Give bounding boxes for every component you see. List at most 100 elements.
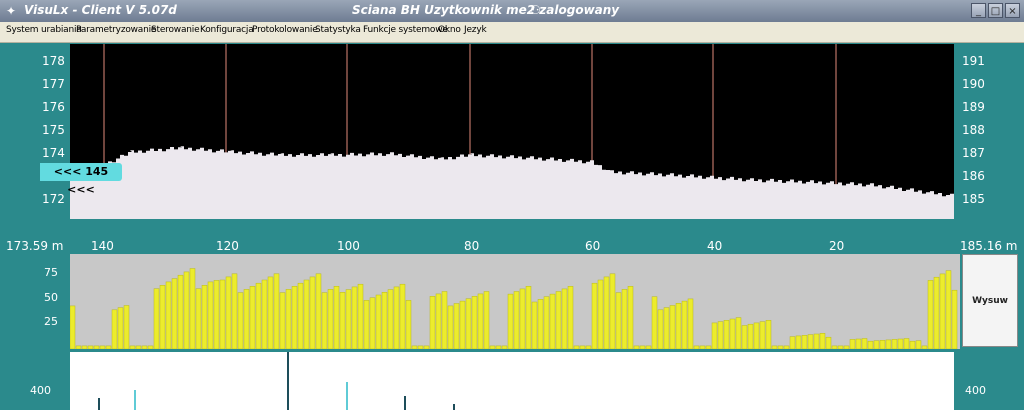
- maximize-button[interactable]: □: [988, 3, 1003, 18]
- wysuw-bar: [669, 305, 676, 349]
- wysuw-bar: [195, 288, 202, 349]
- close-button[interactable]: ×: [1005, 3, 1020, 18]
- wysuw-bar: [243, 289, 250, 349]
- wysuw-bar: [321, 292, 328, 349]
- wysuw-bar: [135, 345, 142, 349]
- wysuw-bar: [537, 299, 544, 349]
- wysuw-bar: [357, 283, 364, 349]
- wysuw-bar: [339, 292, 346, 349]
- title-bar[interactable]: ✦ VisuLx - Client V 5.07d Sciana BH Uzyt…: [0, 0, 1024, 23]
- wysuw-bar: [70, 305, 76, 349]
- wysuw-bar: [381, 292, 388, 349]
- wysuw-bar: [291, 286, 298, 349]
- wysuw-bar: [549, 293, 556, 349]
- minimize-button[interactable]: _: [971, 3, 986, 18]
- wysuw-bar: [117, 307, 124, 349]
- left-tick-177: 177: [42, 77, 65, 91]
- wysuw-bar: [237, 292, 244, 349]
- left-height-value: 173.59 m: [6, 239, 64, 253]
- wysuw-bar: [513, 291, 520, 349]
- position-badge[interactable]: <<< 145 <<<: [40, 163, 122, 196]
- wysuw-bar: [729, 318, 736, 349]
- wysuw-bar: [753, 322, 760, 349]
- wysuw-bar: [591, 282, 598, 349]
- wysuw-bar: [789, 336, 796, 349]
- wysuw-bar: [297, 282, 304, 349]
- lower-spike: [98, 398, 100, 410]
- lower-spike: [134, 390, 136, 410]
- wysuw-bar: [597, 279, 604, 349]
- wysuw-bar-chart: [70, 254, 960, 349]
- wysuw-bar: [345, 289, 352, 349]
- wysuw-bar: [519, 288, 526, 349]
- wysuw-bar: [333, 286, 340, 349]
- lower-left-tick-400: 400: [30, 384, 51, 397]
- wysuw-bar: [459, 300, 466, 349]
- bar-tick-50: 50: [44, 291, 58, 304]
- wysuw-bar: [387, 289, 394, 349]
- wysuw-bar: [309, 276, 316, 349]
- wysuw-bar: [255, 282, 262, 349]
- app-icon[interactable]: ✦: [4, 4, 18, 18]
- wysuw-bar: [699, 345, 706, 349]
- wysuw-bar: [903, 338, 910, 349]
- lower-spike: [287, 352, 289, 410]
- wysuw-bar: [123, 305, 130, 349]
- right-tick-185: 185: [962, 192, 985, 206]
- wysuw-button[interactable]: Wysuw: [962, 254, 1018, 347]
- wysuw-bar: [585, 345, 592, 349]
- wysuw-bar: [849, 339, 856, 349]
- right-tick-187: 187: [962, 146, 985, 160]
- visulx-window: ✦ VisuLx - Client V 5.07d Sciana BH Uzyt…: [0, 0, 1024, 410]
- x-tick-40: 40: [707, 239, 723, 253]
- x-tick-20: 20: [829, 239, 845, 253]
- wysuw-bar: [351, 286, 358, 349]
- lower-chart: [70, 352, 954, 410]
- wysuw-bar: [939, 273, 946, 349]
- menu-statystyka[interactable]: Statystyka: [315, 25, 361, 35]
- right-tick-191: 191: [962, 54, 985, 68]
- menu-system-urabiania[interactable]: System urabiania: [6, 25, 82, 35]
- wysuw-bar: [693, 345, 700, 349]
- wysuw-bar: [717, 321, 724, 349]
- wysuw-bar: [873, 340, 880, 349]
- menu-parametryzowanie[interactable]: Parametryzowanie: [76, 25, 156, 35]
- menu-konfiguracja[interactable]: Konfiguracja: [200, 25, 254, 35]
- wysuw-bar: [147, 345, 154, 349]
- wysuw-bar: [93, 345, 100, 349]
- wysuw-bar: [765, 320, 772, 349]
- wysuw-bar: [165, 281, 172, 349]
- menu-jezyk[interactable]: Jezyk: [464, 25, 487, 35]
- wysuw-bar: [153, 288, 160, 349]
- wysuw-bar: [105, 345, 112, 349]
- wysuw-bar: [813, 333, 820, 349]
- wysuw-bar: [573, 345, 580, 349]
- lower-chart-background: [70, 352, 954, 410]
- wysuw-bar: [567, 286, 574, 349]
- wysuw-bar: [681, 300, 688, 349]
- wysuw-bar: [141, 345, 148, 349]
- wysuw-bar: [285, 289, 292, 349]
- wysuw-bar: [777, 345, 784, 349]
- menu-okno[interactable]: Okno: [438, 25, 461, 35]
- left-tick-178: 178: [42, 54, 65, 68]
- wysuw-bar: [273, 273, 280, 349]
- wysuw-bar: [675, 303, 682, 349]
- left-tick-174: 174: [42, 146, 65, 160]
- wysuw-bar: [399, 283, 406, 349]
- menu-sterowanie[interactable]: Sterowanie: [151, 25, 200, 35]
- wysuw-bar: [267, 276, 274, 349]
- lower-right-tick-400: 400: [965, 384, 986, 397]
- wysuw-bar: [177, 274, 184, 349]
- menu-protokolowanie[interactable]: Protokolowanie: [252, 25, 318, 35]
- wysuw-bar: [891, 339, 898, 349]
- wysuw-bar: [909, 340, 916, 349]
- bar-tick-25: 25: [44, 315, 58, 328]
- menu-funkcje-systemowe[interactable]: Funkcje systemowe: [363, 25, 448, 35]
- wysuw-bar: [759, 321, 766, 349]
- logged-user-icon: ⚇: [530, 3, 541, 17]
- wysuw-bar: [657, 309, 664, 349]
- wysuw-bar: [807, 334, 814, 349]
- menu-bar: System urabiania Parametryzowanie Sterow…: [0, 22, 1024, 43]
- wysuw-bar: [507, 293, 514, 349]
